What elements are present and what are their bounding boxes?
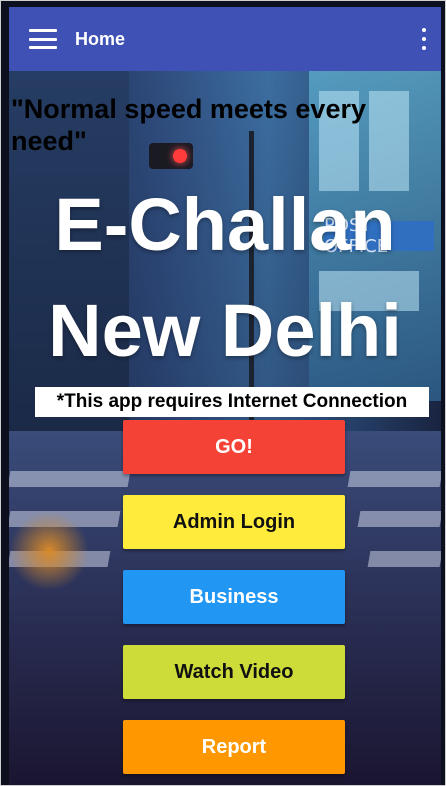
hamburger-menu-icon[interactable] bbox=[29, 29, 57, 49]
crosswalk-stripe bbox=[357, 511, 441, 527]
slogan-text: "Normal speed meets every need" bbox=[11, 94, 366, 156]
app-screen: POST OFFICE Home "Normal speed meets eve… bbox=[0, 0, 446, 786]
watch-video-button[interactable]: Watch Video bbox=[123, 645, 345, 699]
crosswalk-stripe bbox=[367, 551, 441, 567]
go-button[interactable]: GO! bbox=[123, 420, 345, 474]
toolbar-title: Home bbox=[75, 28, 126, 49]
report-button[interactable]: Report bbox=[123, 720, 345, 774]
business-button[interactable]: Business bbox=[123, 570, 345, 624]
street-light-glow bbox=[9, 511, 89, 591]
more-vert-icon[interactable] bbox=[421, 28, 427, 50]
app-title-line1: E-Challan bbox=[54, 183, 396, 266]
crosswalk-stripe bbox=[347, 471, 441, 487]
app-title-line2: New Delhi bbox=[48, 289, 402, 372]
internet-notice: *This app requires Internet Connection bbox=[35, 387, 429, 417]
app-toolbar: Home bbox=[9, 7, 441, 71]
admin-login-button[interactable]: Admin Login bbox=[123, 495, 345, 549]
crosswalk-stripe bbox=[9, 471, 131, 487]
